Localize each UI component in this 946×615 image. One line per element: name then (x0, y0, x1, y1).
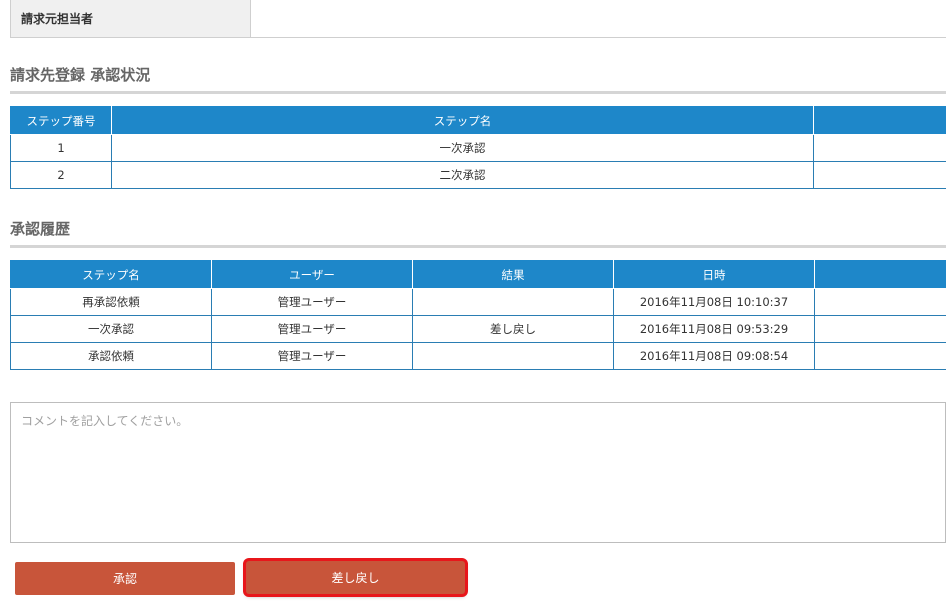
column-header-result: 結果 (412, 260, 614, 289)
datetime-cell: 2016年11月08日 10:10:37 (613, 288, 815, 316)
approval-status-title: 請求先登録 承認状況 (10, 64, 946, 94)
step-number-cell: 1 (10, 134, 112, 162)
extra-cell (814, 342, 946, 370)
column-header-user: ユーザー (211, 260, 413, 289)
table-row: 一次承認 管理ユーザー 差し戻し 2016年11月08日 09:53:29 (10, 315, 946, 343)
table-row: 1 一次承認 (10, 134, 946, 162)
user-cell: 管理ユーザー (211, 342, 413, 370)
extra-cell (814, 315, 946, 343)
result-cell (412, 342, 614, 370)
approve-button[interactable]: 承認 (15, 562, 235, 595)
requester-value (251, 0, 946, 37)
datetime-cell: 2016年11月08日 09:08:54 (613, 342, 815, 370)
step-name-cell: 一次承認 (111, 134, 814, 162)
column-header-datetime: 日時 (613, 260, 815, 289)
extra-cell (813, 161, 946, 189)
table-header-row: ステップ番号 ステップ名 (10, 106, 946, 135)
requester-row: 請求元担当者 (10, 0, 946, 38)
approval-status-table: ステップ番号 ステップ名 1 一次承認 2 二次承認 (10, 106, 946, 189)
step-cell: 承認依頼 (10, 342, 212, 370)
column-header-step-number: ステップ番号 (10, 106, 112, 135)
column-header-step-name: ステップ名 (10, 260, 212, 289)
result-cell: 差し戻し (412, 315, 614, 343)
comment-textarea[interactable] (10, 402, 946, 543)
send-back-button[interactable]: 差し戻し (246, 561, 465, 594)
datetime-cell: 2016年11月08日 09:53:29 (613, 315, 815, 343)
user-cell: 管理ユーザー (211, 288, 413, 316)
table-row: 2 二次承認 (10, 161, 946, 189)
step-number-cell: 2 (10, 161, 112, 189)
result-cell (412, 288, 614, 316)
column-header-extra (814, 260, 946, 289)
history-table: ステップ名 ユーザー 結果 日時 再承認依頼 管理ユーザー 2016年11月08… (10, 260, 946, 370)
table-header-row: ステップ名 ユーザー 結果 日時 (10, 260, 946, 289)
table-row: 再承認依頼 管理ユーザー 2016年11月08日 10:10:37 (10, 288, 946, 316)
extra-cell (814, 288, 946, 316)
step-name-cell: 二次承認 (111, 161, 814, 189)
step-cell: 再承認依頼 (10, 288, 212, 316)
history-title: 承認履歴 (10, 218, 946, 248)
column-header-step-name: ステップ名 (111, 106, 814, 135)
step-cell: 一次承認 (10, 315, 212, 343)
table-row: 承認依頼 管理ユーザー 2016年11月08日 09:08:54 (10, 342, 946, 370)
column-header-extra (813, 106, 946, 135)
user-cell: 管理ユーザー (211, 315, 413, 343)
requester-label: 請求元担当者 (11, 0, 251, 37)
extra-cell (813, 134, 946, 162)
